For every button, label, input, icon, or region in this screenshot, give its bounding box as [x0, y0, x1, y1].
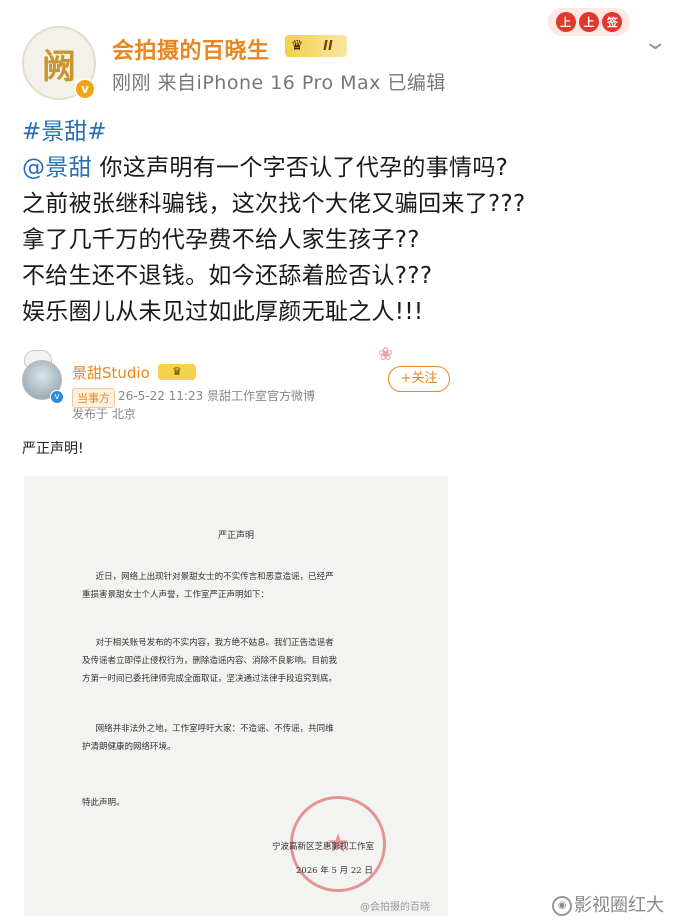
- quoted-author-name[interactable]: 景甜Studio: [72, 362, 150, 383]
- document-title: 严正声明: [217, 531, 254, 541]
- avatar-logo-glyph: 阙: [42, 46, 76, 87]
- statement-document[interactable]: 严正声明 近日，网络上出现针对景甜女士的不实传言和恶意造谣，已经严 重损害景甜女…: [24, 476, 448, 916]
- document-date: 2026 年 5 月 22 日: [296, 866, 373, 876]
- hashtag-link[interactable]: #景甜#: [22, 114, 682, 150]
- quoted-meta: 26-5-22 11:23 景甜工作室官方微博: [118, 389, 316, 403]
- post-meta: 刚刚 来自iPhone 16 Pro Max 已编辑: [112, 72, 446, 94]
- post-line-text: 你这声明有一个字否认了代孕的事情吗?: [91, 155, 509, 181]
- document-paragraph: 近日，网络上出现针对景甜女士的不实传言和恶意造谣，已经严 重损害景甜女士个人声誉…: [82, 568, 412, 604]
- crown-icon: ♛: [290, 38, 304, 54]
- quoted-location: 发布于 北京: [72, 407, 136, 421]
- post-line-5: 娱乐圈儿从未见过如此厚颜无耻之人!!!: [22, 299, 424, 325]
- vip-badge[interactable]: ♛ II: [285, 35, 347, 57]
- watermark-text: 影视圈红大: [574, 895, 664, 916]
- verified-icon: v: [74, 78, 96, 100]
- follow-button[interactable]: +关注: [388, 366, 450, 392]
- document-line: 网络并非法外之地，工作室呼吁大家：不造谣、不传谣，共同维: [95, 724, 334, 734]
- chevron-down-icon[interactable]: ⌄: [642, 30, 668, 55]
- document-line: 对于相关账号发布的不实内容，我方绝不姑息。我们正告造谣者: [95, 638, 334, 648]
- document-line: 及传谣者立即停止侵权行为，删除造谣内容、消除不良影响。目前我: [82, 656, 338, 666]
- post-line-4: 不给生还不退钱。如今还舔着脸否认???: [22, 263, 433, 289]
- vip-level: II: [323, 38, 333, 54]
- mention-link[interactable]: @景甜: [22, 155, 92, 181]
- post-line-2: 之前被张继科骗钱，这次找个大佬又骗回来了???: [22, 191, 526, 217]
- document-paragraph: 网络并非法外之地，工作室呼吁大家：不造谣、不传谣，共同维 护清朗健康的网络环境。: [82, 720, 412, 756]
- decoration-badge: 上 上 签: [548, 8, 630, 36]
- crown-icon: ♛: [158, 364, 196, 380]
- watermark-large: ◉ 影视圈红大: [552, 891, 664, 917]
- watermark-small: @会拍摄的百晓: [360, 902, 430, 913]
- quoted-avatar[interactable]: v: [22, 350, 64, 404]
- document-line: 重损害景甜女士个人声誉，工作室严正声明如下：: [82, 590, 270, 600]
- post-line-3: 拿了几千万的代孕费不给人家生孩子??: [22, 227, 420, 253]
- deco-dot-icon: 签: [602, 12, 623, 32]
- document-line: 近日，网络上出现针对景甜女士的不实传言和恶意造谣，已经严: [95, 572, 334, 582]
- document-line: 方第一时间已委托律师完成全面取证，坚决通过法律手段追究到底。: [82, 674, 338, 684]
- post-body: #景甜# @景甜 你这声明有一个字否认了代孕的事情吗? 之前被张继科骗钱，这次找…: [22, 114, 682, 330]
- sticker-icon: ❀: [378, 344, 394, 365]
- document-paragraph: 对于相关账号发布的不实内容，我方绝不姑息。我们正告造谣者 及传谣者立即停止侵权行…: [82, 634, 412, 688]
- quoted-text: 严正声明!: [22, 441, 84, 457]
- document-signature: 宁波高新区芝惠影视工作室: [272, 842, 375, 852]
- document-line: 护清朗健康的网络环境。: [82, 742, 176, 752]
- verified-icon: v: [50, 390, 64, 404]
- author-name[interactable]: 会拍摄的百晓生: [112, 33, 270, 65]
- deco-dot-icon: 上: [555, 12, 576, 32]
- weibo-logo-icon: ◉: [552, 896, 572, 916]
- post-line-1: @景甜 你这声明有一个字否认了代孕的事情吗?: [22, 150, 682, 186]
- deco-dot-icon: 上: [578, 12, 599, 32]
